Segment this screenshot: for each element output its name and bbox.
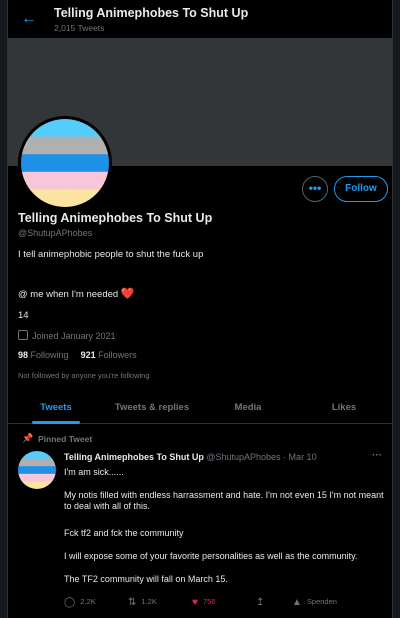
bio-line-2-text: @ me when I'm needed — [18, 289, 119, 300]
not-followed-note: Not followed by anyone you're following — [18, 371, 150, 380]
tweet-paragraph: I'm am sick...... — [64, 467, 124, 477]
flag-stripe — [18, 481, 56, 489]
header-tweet-count: 2,015 Tweets — [54, 23, 105, 33]
tab-tweets[interactable]: Tweets — [8, 393, 104, 424]
pinned-label: 📌 Pinned Tweet — [22, 433, 93, 444]
flag-stripe — [21, 171, 109, 190]
share-icon: ↥ — [256, 597, 265, 608]
retweet-icon: ⇅ — [128, 597, 137, 608]
tip-label: Spenden — [306, 597, 337, 606]
joined-date: Joined January 2021 — [18, 330, 116, 341]
follow-counts: 98 Following 921 Followers — [18, 350, 137, 360]
follow-button[interactable]: Follow — [334, 176, 388, 202]
flag-stripe — [18, 466, 56, 475]
header-title: Telling Animephobes To Shut Up — [54, 6, 249, 20]
flag-stripe — [18, 473, 56, 482]
tab-likes[interactable]: Likes — [296, 393, 392, 423]
tweet-author-handle[interactable]: @ShutupAPhobes — [206, 452, 280, 462]
like-count: 756 — [202, 597, 216, 606]
retweet-count: 1.2K — [141, 597, 157, 606]
like-button[interactable]: ♥ 756 — [192, 597, 215, 608]
flag-stripe — [21, 136, 109, 155]
tweet-paragraph: I will expose some of your favorite pers… — [64, 551, 358, 561]
following-link[interactable]: 98 Following — [18, 350, 69, 360]
profile-name: Telling Animephobes To Shut Up — [18, 211, 213, 225]
flag-stripe — [18, 458, 56, 467]
flag-stripe — [21, 154, 109, 173]
top-bar: ← Telling Animephobes To Shut Up 2,015 T… — [8, 0, 392, 38]
profile-avatar[interactable] — [18, 116, 112, 210]
pinned-text: Pinned Tweet — [38, 434, 93, 444]
tweet-paragraph: My notis filled with endless harrassment… — [64, 490, 384, 511]
tweet-author-name[interactable]: Telling Animephobes To Shut Up — [64, 452, 204, 462]
tweet-date[interactable]: · Mar 10 — [283, 452, 317, 462]
bio-line-2: @ me when I'm needed ❤️ — [18, 287, 135, 300]
tip-icon: ▲ — [292, 597, 302, 608]
profile-handle: @ShutupAPhobes — [18, 228, 93, 238]
tweet-paragraph: The TF2 community will fall on March 15. — [64, 574, 228, 584]
flag-stripe — [18, 451, 56, 460]
avatar-flag-image — [21, 119, 109, 207]
tip-button[interactable]: ▲ Spenden — [292, 597, 337, 608]
retweet-button[interactable]: ⇅ 1.2K — [128, 597, 157, 608]
tweet-actions: ◯ 2.2K ⇅ 1.2K ♥ 756 ↥ ▲ Spenden — [64, 597, 386, 611]
calendar-icon — [18, 330, 28, 340]
flag-stripe — [21, 189, 109, 207]
tab-tweets-and-replies[interactable]: Tweets & replies — [104, 393, 200, 423]
following-count: 98 — [18, 350, 29, 360]
more-options-button[interactable]: ••• — [302, 176, 328, 202]
heart-emoji-icon: ❤️ — [120, 288, 135, 300]
tweet-avatar[interactable] — [18, 451, 56, 489]
followers-link[interactable]: 921 Followers — [81, 350, 137, 360]
heart-icon: ♥ — [192, 597, 198, 608]
share-button[interactable]: ↥ — [256, 597, 269, 608]
following-label: Following — [30, 350, 69, 360]
reply-icon: ◯ — [64, 597, 76, 608]
followers-count: 921 — [80, 350, 96, 360]
profile-tabs: Tweets Tweets & replies Media Likes — [8, 393, 392, 424]
tweet-more-icon[interactable]: ··· — [372, 450, 382, 461]
reply-button[interactable]: ◯ 2.2K — [64, 597, 96, 608]
profile-page: ← Telling Animephobes To Shut Up 2,015 T… — [7, 0, 393, 618]
tab-media[interactable]: Media — [200, 393, 296, 423]
bio-line-1: I tell animephobic people to shut the fu… — [18, 249, 204, 260]
tweet-header: Telling Animephobes To Shut Up @ShutupAP… — [64, 452, 317, 462]
tweet-avatar-flag-image — [18, 451, 56, 489]
bio-line-3: 14 — [18, 310, 29, 321]
joined-text: Joined January 2021 — [32, 331, 116, 341]
pin-icon: 📌 — [22, 433, 34, 443]
followers-label: Followers — [98, 350, 137, 360]
reply-count: 2.2K — [80, 597, 96, 606]
arrow-left-icon[interactable]: ← — [18, 8, 40, 30]
tweet-paragraph: Fck tf2 and fck the community — [64, 528, 184, 538]
